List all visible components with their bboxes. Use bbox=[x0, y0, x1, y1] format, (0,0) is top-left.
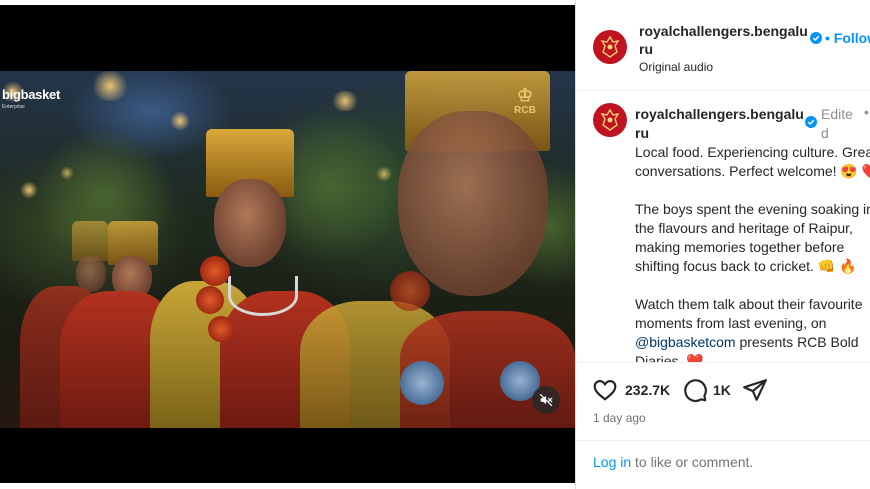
comment-icon[interactable] bbox=[682, 377, 708, 403]
edited-label: Edited bbox=[821, 106, 853, 141]
caption-line: conversations. Perfect welcome! 😍 ❤️ bbox=[635, 163, 870, 179]
more-options-dot[interactable]: • bbox=[864, 104, 869, 120]
login-prompt: Log in to like or comment. bbox=[593, 454, 753, 470]
divider bbox=[576, 362, 870, 363]
comment-count[interactable]: 1K bbox=[713, 382, 731, 398]
like-count[interactable]: 232.7K bbox=[625, 382, 670, 398]
caption-paragraph-3: Watch them talk about their favourite mo… bbox=[635, 295, 870, 363]
speaker-muted-icon bbox=[539, 393, 553, 407]
profile-avatar[interactable] bbox=[593, 30, 627, 64]
caption-line-rest: presents RCB Bold bbox=[735, 334, 859, 350]
divider bbox=[576, 90, 870, 91]
caption-line: The boys spent the evening soaking in bbox=[635, 201, 870, 217]
caption-paragraph-1: Local food. Experiencing culture. Great … bbox=[635, 143, 870, 181]
video-frame[interactable] bbox=[0, 71, 575, 428]
rcb-logo-text: RCB bbox=[514, 105, 536, 116]
follow-button[interactable]: • Follow bbox=[825, 30, 870, 46]
login-link[interactable]: Log in bbox=[593, 454, 631, 470]
caption-line: Local food. Experiencing culture. Great bbox=[635, 144, 870, 160]
verified-badge-icon bbox=[810, 32, 822, 44]
rcb-logo: ♔ RCB bbox=[514, 85, 536, 116]
rcb-lion-logo-icon bbox=[600, 36, 620, 58]
share-paper-plane-icon[interactable] bbox=[742, 377, 768, 403]
caption-avatar[interactable] bbox=[593, 103, 627, 137]
video-player[interactable]: bigbasket Enterprise ♔ RCB bbox=[0, 5, 575, 483]
heart-icon[interactable] bbox=[592, 377, 618, 403]
post-side-panel: royalchallengers.bengaluru • Follow Orig… bbox=[575, 0, 870, 489]
bigbasket-watermark-sub: Enterprise bbox=[2, 104, 25, 110]
divider bbox=[576, 440, 870, 441]
rcb-lion-logo-icon bbox=[600, 109, 620, 131]
login-prompt-text: to like or comment. bbox=[631, 454, 754, 470]
mute-button[interactable] bbox=[532, 386, 560, 414]
original-audio-link[interactable]: Original audio bbox=[639, 60, 713, 74]
bigbasket-mention-link[interactable]: @bigbasketcom bbox=[635, 334, 736, 350]
caption-text: Local food. Experiencing culture. Great … bbox=[635, 143, 870, 363]
caption-line: moments from last evening, on bbox=[635, 315, 827, 331]
caption-username[interactable]: royalchallengers.bengaluru bbox=[635, 105, 805, 143]
caption-line: shifting focus back to cricket. 👊 🔥 bbox=[635, 258, 857, 274]
caption-line: making memories together before bbox=[635, 239, 845, 255]
caption-line: Watch them talk about their favourite bbox=[635, 296, 863, 312]
bigbasket-watermark: bigbasket bbox=[2, 87, 60, 102]
verified-badge-icon bbox=[805, 116, 817, 128]
caption-paragraph-2: The boys spent the evening soaking in th… bbox=[635, 200, 870, 276]
post-timestamp[interactable]: 1 day ago bbox=[593, 411, 646, 425]
header-username[interactable]: royalchallengers.bengaluru bbox=[639, 22, 809, 58]
caption-line: the flavours and heritage of Raipur, bbox=[635, 220, 853, 236]
caption-line: @bigbasketcom presents RCB Bold bbox=[635, 333, 870, 352]
